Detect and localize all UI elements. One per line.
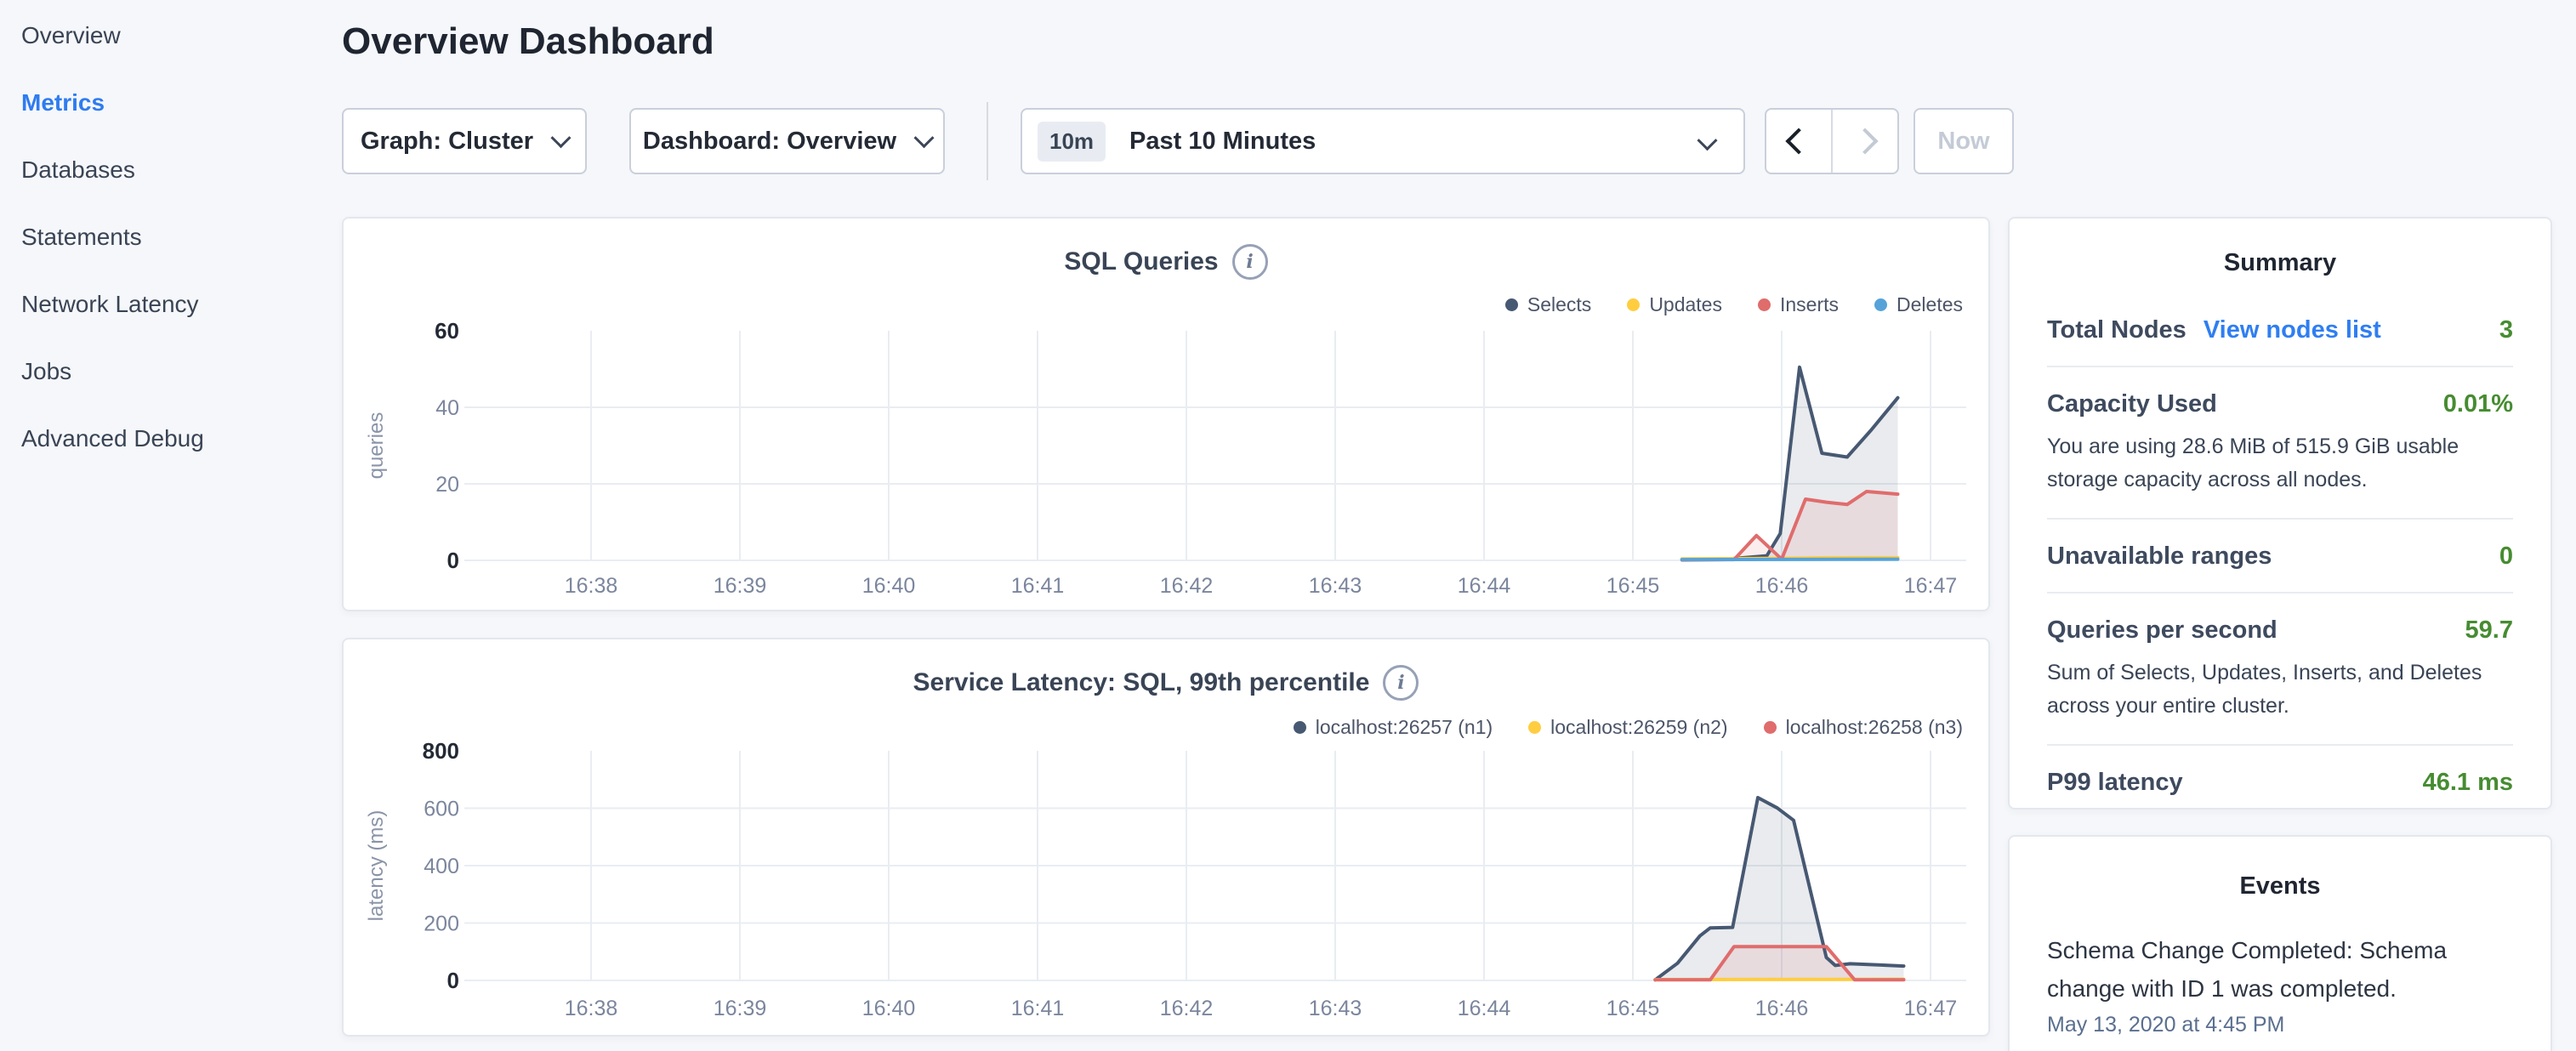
svg-text:queries: queries bbox=[365, 412, 388, 480]
time-range-dropdown[interactable]: 10m Past 10 Minutes bbox=[1021, 108, 1745, 174]
svg-text:20: 20 bbox=[435, 473, 459, 497]
svg-text:16:38: 16:38 bbox=[565, 574, 618, 598]
sql-queries-chart[interactable]: 16:38 16:39 16:40 16:41 16:42 16:43 16:44 16:45… bbox=[344, 219, 1992, 617]
summary-label: P99 latency bbox=[2047, 769, 2183, 797]
svg-text:16:38: 16:38 bbox=[565, 997, 618, 1020]
summary-value: 46.1 ms bbox=[2423, 769, 2513, 797]
sidebar-item-advanced-debug[interactable]: Advanced Debug bbox=[21, 422, 327, 456]
graph-scope-dropdown[interactable]: Graph: Cluster bbox=[342, 108, 587, 174]
page-title: Overview Dashboard bbox=[342, 20, 714, 63]
time-next-button[interactable] bbox=[1831, 110, 1897, 173]
svg-text:16:42: 16:42 bbox=[1160, 997, 1214, 1020]
svg-text:600: 600 bbox=[424, 798, 459, 821]
svg-text:400: 400 bbox=[424, 855, 459, 878]
summary-row-total-nodes: Total Nodes View nodes list 3 bbox=[2047, 316, 2513, 366]
svg-text:16:41: 16:41 bbox=[1011, 574, 1065, 598]
toolbar-divider bbox=[987, 102, 988, 180]
event-item-text[interactable]: Schema Change Completed: Schema change w… bbox=[2047, 931, 2513, 1008]
chevron-down-icon bbox=[1697, 130, 1717, 151]
svg-text:16:43: 16:43 bbox=[1309, 574, 1362, 598]
now-button-label: Now bbox=[1937, 128, 1989, 156]
service-latency-chart-panel: Service Latency: SQL, 99th percentile i … bbox=[342, 638, 1990, 1037]
event-item-timestamp: May 13, 2020 at 4:45 PM bbox=[2047, 1013, 2513, 1037]
dashboard-label: Dashboard: Overview bbox=[643, 128, 896, 156]
sidebar-nav: Overview Metrics Databases Statements Ne… bbox=[21, 19, 327, 489]
svg-text:16:43: 16:43 bbox=[1309, 997, 1362, 1020]
events-panel: Events Schema Change Completed: Schema c… bbox=[2008, 835, 2552, 1051]
svg-text:16:44: 16:44 bbox=[1458, 574, 1511, 598]
summary-label: Unavailable ranges bbox=[2047, 543, 2272, 571]
db-console-metrics-page: Overview Metrics Databases Statements Ne… bbox=[0, 0, 2576, 1051]
svg-text:60: 60 bbox=[435, 318, 459, 344]
view-nodes-list-link[interactable]: View nodes list bbox=[2204, 316, 2381, 344]
summary-row-queries-per-second: Queries per second 59.7 Sum of Selects, … bbox=[2047, 592, 2513, 744]
chevron-down-icon bbox=[550, 128, 571, 148]
sidebar-item-overview[interactable]: Overview bbox=[21, 19, 327, 53]
summary-value: 0.01% bbox=[2443, 390, 2513, 418]
svg-text:16:39: 16:39 bbox=[714, 997, 767, 1020]
sidebar-item-jobs[interactable]: Jobs bbox=[21, 355, 327, 389]
summary-row-capacity-used: Capacity Used 0.01% You are using 28.6 M… bbox=[2047, 366, 2513, 518]
chevron-right-icon bbox=[1851, 128, 1878, 154]
svg-text:16:46: 16:46 bbox=[1755, 997, 1809, 1020]
chevron-left-icon bbox=[1785, 128, 1811, 154]
summary-row-unavailable-ranges: Unavailable ranges 0 bbox=[2047, 518, 2513, 592]
sidebar-item-network-latency[interactable]: Network Latency bbox=[21, 287, 327, 321]
svg-text:16:40: 16:40 bbox=[862, 574, 916, 598]
time-range-label: Past 10 Minutes bbox=[1129, 128, 1316, 156]
svg-text:16:42: 16:42 bbox=[1160, 574, 1214, 598]
now-button[interactable]: Now bbox=[1914, 108, 2014, 174]
time-prev-button[interactable] bbox=[1766, 110, 1831, 173]
svg-text:200: 200 bbox=[424, 912, 459, 936]
svg-text:16:47: 16:47 bbox=[1904, 997, 1958, 1020]
time-range-badge: 10m bbox=[1038, 122, 1106, 162]
summary-value: 3 bbox=[2499, 316, 2513, 344]
events-body: Schema Change Completed: Schema change w… bbox=[2010, 931, 2550, 1037]
sidebar-item-databases[interactable]: Databases bbox=[21, 153, 327, 187]
svg-text:16:40: 16:40 bbox=[862, 997, 916, 1020]
svg-text:800: 800 bbox=[423, 738, 459, 764]
sidebar-item-statements[interactable]: Statements bbox=[21, 220, 327, 254]
svg-text:16:47: 16:47 bbox=[1904, 574, 1958, 598]
sidebar-item-metrics[interactable]: Metrics bbox=[21, 86, 327, 120]
summary-label: Total Nodes bbox=[2047, 316, 2186, 344]
svg-text:16:45: 16:45 bbox=[1606, 997, 1660, 1020]
summary-title: Summary bbox=[2010, 249, 2550, 277]
svg-text:latency (ms): latency (ms) bbox=[365, 810, 388, 922]
time-step-buttons bbox=[1765, 108, 1899, 174]
summary-label: Queries per second bbox=[2047, 616, 2277, 645]
summary-description: Sum of Selects, Updates, Inserts, and De… bbox=[2047, 656, 2513, 723]
summary-body: Total Nodes View nodes list 3 Capacity U… bbox=[2010, 316, 2550, 818]
sql-queries-chart-panel: SQL Queries i SelectsUpdatesInsertsDelet… bbox=[342, 217, 1990, 611]
summary-label: Capacity Used bbox=[2047, 390, 2217, 418]
service-latency-chart[interactable]: 16:38 16:39 16:40 16:41 16:42 16:43 16:44 16:45… bbox=[344, 639, 1992, 1042]
summary-panel: Summary Total Nodes View nodes list 3 Ca… bbox=[2008, 217, 2552, 810]
svg-text:0: 0 bbox=[447, 548, 459, 573]
dashboard-dropdown[interactable]: Dashboard: Overview bbox=[629, 108, 945, 174]
events-title: Events bbox=[2010, 872, 2550, 900]
svg-text:16:41: 16:41 bbox=[1011, 997, 1065, 1020]
svg-text:16:45: 16:45 bbox=[1606, 574, 1660, 598]
summary-value: 59.7 bbox=[2465, 616, 2513, 645]
summary-description: You are using 28.6 MiB of 515.9 GiB usab… bbox=[2047, 430, 2513, 497]
chevron-down-icon bbox=[914, 128, 935, 148]
svg-text:0: 0 bbox=[447, 968, 459, 993]
svg-text:16:44: 16:44 bbox=[1458, 997, 1511, 1020]
graph-scope-label: Graph: Cluster bbox=[361, 128, 533, 156]
svg-text:16:39: 16:39 bbox=[714, 574, 767, 598]
svg-text:40: 40 bbox=[435, 396, 459, 420]
summary-value: 0 bbox=[2499, 543, 2513, 571]
summary-row-p99-latency: P99 latency 46.1 ms bbox=[2047, 744, 2513, 818]
svg-text:16:46: 16:46 bbox=[1755, 574, 1809, 598]
